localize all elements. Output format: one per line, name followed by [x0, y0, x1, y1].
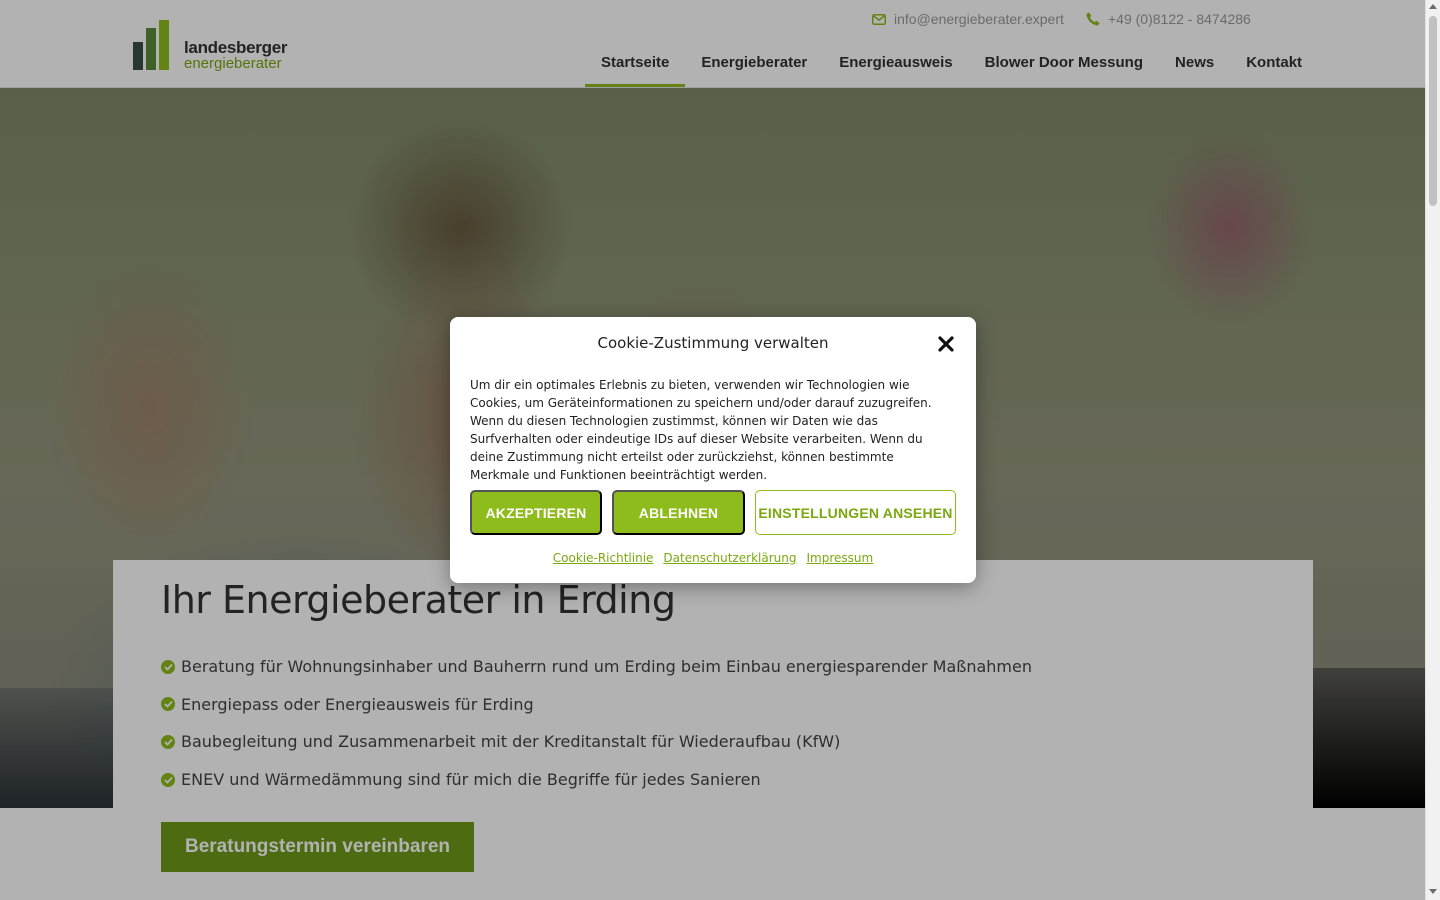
page: landesberger energieberater info@energie… — [0, 0, 1425, 900]
deny-cookies-button[interactable]: ABLEHNEN — [612, 490, 745, 535]
cookie-policy-link[interactable]: Cookie-Richtlinie — [553, 551, 654, 565]
scrollbar-thumb[interactable] — [1429, 16, 1437, 206]
scroll-down-arrow-icon[interactable] — [1429, 889, 1437, 894]
privacy-policy-link[interactable]: Datenschutzerklärung — [663, 551, 796, 565]
page-scrollbar[interactable] — [1425, 0, 1440, 900]
view-settings-button[interactable]: EINSTELLUNGEN ANSEHEN — [755, 490, 956, 535]
cookie-dialog-text: Um dir ein optimales Erlebnis zu bieten,… — [470, 378, 932, 482]
accept-cookies-button[interactable]: AKZEPTIEREN — [470, 490, 602, 535]
close-icon[interactable] — [935, 333, 957, 355]
imprint-link[interactable]: Impressum — [807, 551, 874, 565]
cookie-dialog-links: Cookie-Richtlinie Datenschutzerklärung I… — [450, 551, 976, 565]
scroll-up-arrow-icon[interactable] — [1429, 4, 1437, 9]
cookie-dialog-title: Cookie-Zustimmung verwalten — [597, 334, 829, 352]
cookie-consent-dialog: Cookie-Zustimmung verwalten Um dir ein o… — [450, 317, 976, 583]
